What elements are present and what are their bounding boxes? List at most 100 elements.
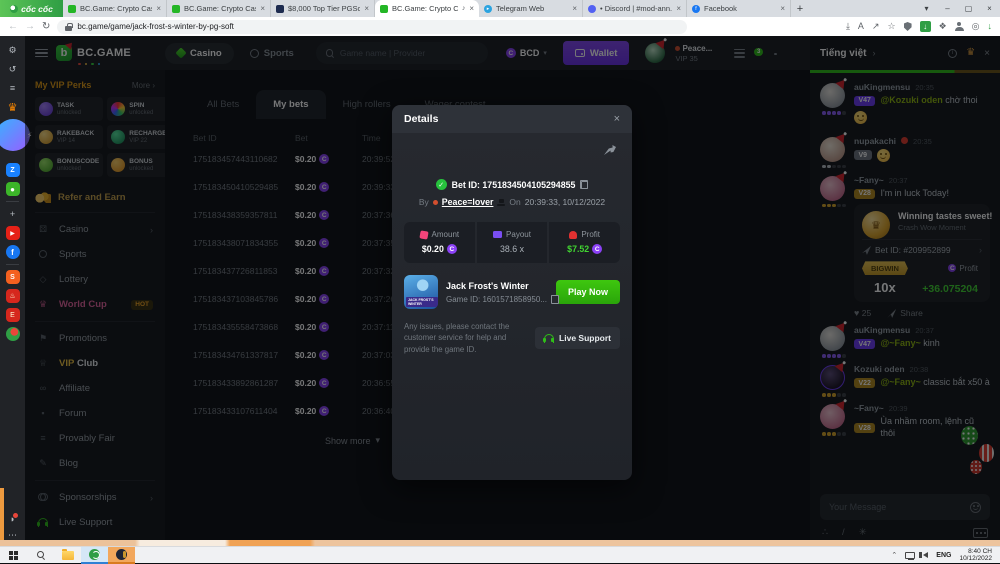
taskbar-search-icon[interactable] bbox=[27, 547, 54, 564]
close-modal-icon[interactable]: × bbox=[614, 113, 620, 125]
support-note-row: Any issues, please contact the customer … bbox=[404, 321, 620, 355]
payout-stat: Payout 38.6 x bbox=[477, 222, 548, 263]
shop-icon[interactable]: S bbox=[6, 270, 20, 284]
taskbar-clock[interactable]: 8:40 CH 10/12/2022 bbox=[959, 548, 992, 563]
game-info-card: Jack Frost's Winter Game ID: 16015718589… bbox=[404, 275, 620, 309]
start-button[interactable] bbox=[0, 547, 27, 564]
tab-close-icon[interactable]: × bbox=[780, 4, 785, 13]
window-controls: ▾ – ▢ × bbox=[916, 0, 1000, 17]
video-app-icon[interactable]: ♨ bbox=[6, 289, 20, 303]
keyboard-language[interactable]: ENG bbox=[936, 552, 951, 559]
headset-icon bbox=[544, 334, 554, 342]
browser-tab-active[interactable]: BC.Game: Crypto Ca... ♪× bbox=[375, 0, 479, 17]
toolbar-icons: ⤓ A ↗ ☆ ↓ ❖ ◎ ↓ bbox=[846, 21, 992, 32]
downloads-icon[interactable]: ↓ bbox=[988, 22, 993, 31]
url-text[interactable]: bc.game/game/jack-frost-s-winter-by-pg-s… bbox=[77, 22, 234, 31]
sports-app-icon[interactable] bbox=[6, 327, 20, 341]
crown-icon[interactable]: ♛ bbox=[6, 100, 20, 114]
tab-search-icon[interactable]: ▾ bbox=[916, 0, 937, 17]
payout-icon bbox=[493, 231, 502, 238]
sidebar-bottom: ◗ ⋯ bbox=[6, 514, 20, 542]
coccoc-sidebar: ⚙ ↺ ≡ ♛ ⚡ Z ● + ▶ f S ♨ E ◗ ⋯ bbox=[0, 36, 25, 546]
browser-tab[interactable]: BC.Game: Crypto Casino× bbox=[167, 0, 271, 17]
discord-favicon bbox=[588, 5, 596, 13]
new-tab-button[interactable]: + bbox=[791, 0, 809, 17]
player-name-link[interactable]: Peace=lover bbox=[442, 197, 494, 207]
address-bar[interactable]: bc.game/game/jack-frost-s-winter-by-pg-s… bbox=[57, 20, 687, 34]
forward-icon[interactable]: → bbox=[25, 22, 35, 32]
coccoc-taskbar-icon[interactable] bbox=[81, 547, 108, 564]
crab-icon bbox=[433, 200, 438, 205]
back-icon[interactable]: ← bbox=[8, 22, 18, 32]
system-tray: ⌃ ENG 8:40 CH 10/12/2022 bbox=[891, 548, 1000, 563]
settings-gear-icon[interactable]: ⚙ bbox=[6, 43, 20, 57]
coccoc-logo-icon bbox=[10, 5, 18, 13]
copy-icon[interactable] bbox=[580, 180, 588, 189]
notifications-bell-icon[interactable]: ◗ bbox=[10, 514, 15, 524]
tab-audio-icon[interactable]: ♪ bbox=[462, 5, 466, 12]
game-thumbnail[interactable] bbox=[404, 275, 438, 309]
reload-icon[interactable]: ↻ bbox=[42, 22, 50, 32]
games-icon[interactable]: ● bbox=[6, 182, 20, 196]
bet-details-modal: Details × ✓ Bet ID: 1751834504105294855 … bbox=[392, 105, 632, 480]
browser-tab[interactable]: ▸ Telegram Web × bbox=[479, 0, 583, 17]
minimize-button[interactable]: – bbox=[937, 0, 958, 17]
tab-close-icon[interactable]: × bbox=[156, 4, 161, 13]
avatar-icon[interactable]: ◎ bbox=[972, 22, 980, 31]
shield-icon[interactable] bbox=[904, 22, 912, 31]
copy-icon[interactable] bbox=[551, 295, 559, 304]
reading-list-icon[interactable]: ≡ bbox=[6, 81, 20, 95]
tab-title: Telegram Web bbox=[496, 4, 568, 13]
translate-icon[interactable]: A bbox=[858, 22, 864, 31]
bet-stats: Amount $0.20 Payout 38.6 x Profit $7.52 bbox=[404, 222, 620, 263]
highlighted-app-icon[interactable] bbox=[108, 547, 135, 564]
windows-taskbar: ⌃ ENG 8:40 CH 10/12/2022 bbox=[0, 546, 1000, 563]
telegram-favicon: ▸ bbox=[484, 5, 492, 13]
facebook-icon[interactable]: f bbox=[6, 245, 20, 259]
pgsoft-favicon bbox=[276, 5, 284, 13]
tab-title: BC.Game: Crypto Ca... bbox=[392, 4, 458, 13]
tab-close-icon[interactable]: × bbox=[676, 4, 681, 13]
profit-stat: Profit $7.52 bbox=[549, 222, 620, 263]
network-icon[interactable] bbox=[905, 552, 915, 559]
tab-close-icon[interactable]: × bbox=[260, 4, 265, 13]
browser-tab[interactable]: $8,000 Top Tier PGSoft M... × bbox=[271, 0, 375, 17]
tab-close-icon[interactable]: × bbox=[572, 4, 577, 13]
by-label: By bbox=[419, 197, 429, 207]
e-app-icon[interactable]: E bbox=[6, 308, 20, 322]
speaker-icon[interactable] bbox=[923, 552, 928, 558]
game-title: Jack Frost's Winter bbox=[446, 281, 548, 291]
tab-close-icon[interactable]: × bbox=[469, 4, 474, 13]
browser-tab[interactable]: • Discord | #mod-ann...× bbox=[583, 0, 687, 17]
bcd-coin-icon bbox=[447, 244, 457, 254]
profile-icon[interactable] bbox=[955, 22, 964, 31]
bookmark-star-icon[interactable]: ☆ bbox=[887, 22, 895, 31]
add-shortcut-icon[interactable]: + bbox=[6, 207, 20, 221]
bcd-coin-icon bbox=[592, 244, 602, 254]
share-icon[interactable]: ↗ bbox=[872, 22, 880, 31]
lock-icon[interactable] bbox=[65, 23, 72, 31]
play-now-button[interactable]: Play Now bbox=[556, 280, 620, 304]
browser-toolbar: ← → ↻ bc.game/game/jack-frost-s-winter-b… bbox=[0, 17, 1000, 36]
save-page-icon[interactable]: ⤓ bbox=[846, 22, 850, 31]
hidden-icons-chevron[interactable]: ⌃ bbox=[891, 551, 897, 559]
file-explorer-icon[interactable] bbox=[54, 547, 81, 564]
live-support-button[interactable]: Live Support bbox=[535, 327, 620, 349]
browser-tab[interactable]: fFacebook× bbox=[687, 0, 791, 17]
modal-bet-id: Bet ID: 1751834504105294855 bbox=[452, 180, 576, 190]
youtube-icon[interactable]: ▶ bbox=[6, 226, 20, 240]
game-id: Game ID: 1601571858950... bbox=[446, 295, 547, 304]
notification-dot bbox=[13, 513, 18, 518]
modal-title: Details bbox=[404, 113, 438, 125]
amount-icon bbox=[419, 230, 428, 239]
history-icon[interactable]: ↺ bbox=[6, 62, 20, 76]
zalo-icon[interactable]: Z bbox=[6, 163, 20, 177]
extensions-icon[interactable]: ❖ bbox=[939, 22, 947, 31]
close-window-button[interactable]: × bbox=[979, 0, 1000, 17]
maximize-button[interactable]: ▢ bbox=[958, 0, 979, 17]
tab-close-icon[interactable]: × bbox=[364, 4, 369, 13]
tab-title: $8,000 Top Tier PGSoft M... bbox=[288, 4, 360, 13]
share-icon[interactable] bbox=[604, 145, 616, 155]
adblock-icon[interactable]: ↓ bbox=[920, 21, 931, 32]
browser-tab[interactable]: BC.Game: Crypto Casino× bbox=[63, 0, 167, 17]
